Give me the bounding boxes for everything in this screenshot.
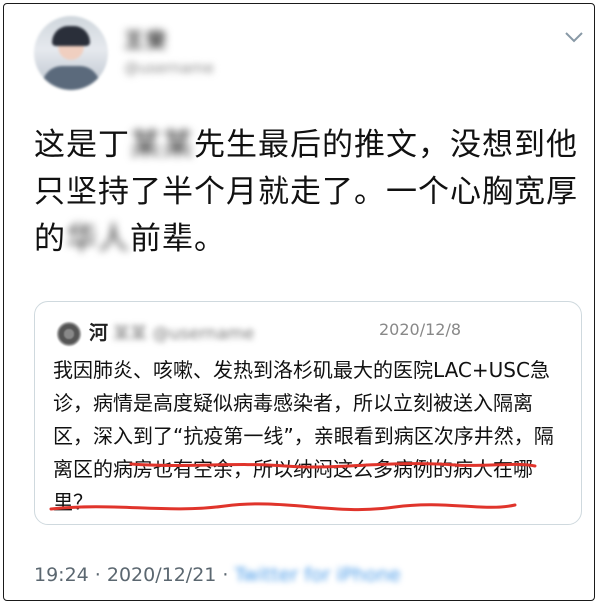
redacted-word: 华人 [66, 221, 130, 257]
chevron-down-icon[interactable] [564, 30, 584, 44]
author-handle[interactable]: @username [124, 59, 214, 79]
author-name[interactable]: 王斐 [124, 24, 168, 52]
avatar[interactable] [34, 16, 108, 90]
tweet-source[interactable]: Twitter for iPhone [235, 564, 401, 586]
tweet-text-part1: 这是丁 [34, 127, 130, 163]
quoted-avatar [57, 322, 81, 346]
quoted-date: 2020/12/8 [379, 320, 462, 339]
tweet-body: 这是丁某某先生最后的推文，没想到他只坚持了半个月就走了。一个心胸宽厚的华人前辈。 [34, 122, 582, 263]
tweet-footer: 19:24 · 2020/12/21 · Twitter for iPhone [34, 564, 401, 586]
tweet-timestamp[interactable]: 19:24 · 2020/12/21 · [34, 564, 228, 586]
quoted-text: 我因肺炎、咳嗽、发热到洛杉矶最大的医院LAC+USC急诊，病情是高度疑似病毒感染… [53, 358, 554, 514]
quoted-author-handle: 某某 @username [113, 324, 255, 344]
quoted-tweet[interactable]: 河 某某 @username 2020/12/8 我因肺炎、咳嗽、发热到洛杉矶最… [34, 301, 582, 525]
quoted-author-name: 河 [89, 322, 109, 344]
avatar-shirt [42, 66, 100, 90]
redacted-name: 某某 [130, 127, 194, 163]
tweet-card: 王斐 @username 这是丁某某先生最后的推文，没想到他只坚持了半个月就走了… [3, 3, 595, 601]
avatar-cap [52, 26, 90, 46]
tweet-text-part3: 前辈。 [130, 221, 226, 257]
